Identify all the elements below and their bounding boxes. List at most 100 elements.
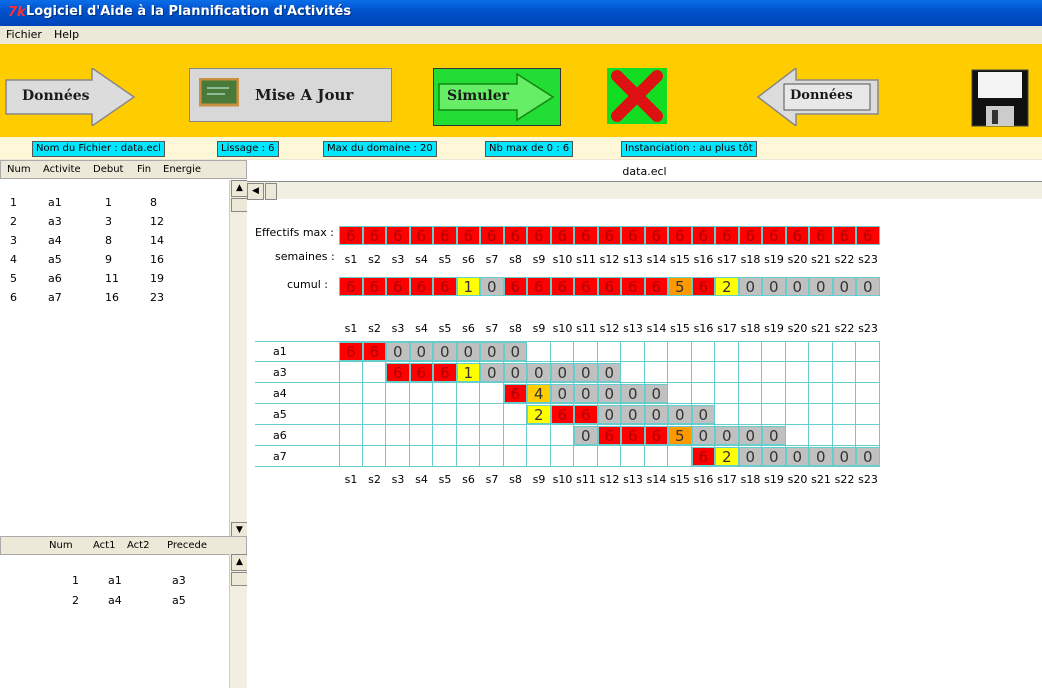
week-tick-label: s14: [646, 253, 667, 266]
col-act1[interactable]: Act1: [93, 537, 115, 554]
activity-cell: 0: [644, 384, 668, 403]
activity-cell: 0: [503, 342, 527, 361]
activity-cell: 0: [621, 384, 645, 403]
activity-cell: 0: [856, 447, 880, 466]
table-cell: a1: [108, 574, 122, 587]
table-cell: a7: [48, 291, 62, 304]
grid-cell: [433, 383, 457, 404]
grid-cell: [668, 362, 692, 383]
activity-row[interactable]: a7 6 2 0 0 0 0 0 0: [247, 446, 1042, 467]
week-tick-label: s10: [552, 253, 573, 266]
table-row[interactable]: 1 a1 1 8: [0, 196, 228, 212]
grid-cell: [715, 362, 739, 383]
table-row[interactable]: 2 a3 3 12: [0, 215, 228, 231]
week-tick-label: s22: [834, 322, 855, 335]
cancel-button[interactable]: [607, 68, 667, 124]
close-icon: [607, 68, 667, 124]
activity-cell: 6: [433, 363, 457, 382]
grid-cell: [833, 362, 856, 383]
donnees-right-button[interactable]: Données: [756, 66, 880, 128]
table-cell: 19: [150, 272, 164, 285]
activity-row[interactable]: a3 6 6 6 1 0 0 0 0 0 0: [247, 362, 1042, 383]
grid-cell: [457, 383, 480, 404]
table-row[interactable]: 4 a5 9 16: [0, 253, 228, 269]
grid-cell: [715, 404, 739, 425]
table-row[interactable]: 5 a6 11 19: [0, 272, 228, 288]
grid-cell: [480, 425, 504, 446]
activity-row[interactable]: a6 0 6 6 6 5 0 0 0 0: [247, 425, 1042, 446]
precedence-table-header: Num Act1 Act2 Precede: [0, 536, 247, 555]
col-act2[interactable]: Act2: [127, 537, 149, 554]
activity-cell: 0: [550, 363, 574, 382]
col-num[interactable]: Num: [49, 537, 73, 554]
donnees-left-button[interactable]: Données: [4, 66, 136, 128]
menu-bar: Fichier Help: [0, 26, 1042, 44]
grid-cell: [457, 446, 480, 467]
window-title: Logiciel d'Aide à la Plannification d'Ac…: [26, 4, 352, 19]
week-tick-label: s16: [693, 322, 714, 335]
grid-cell: [480, 446, 504, 467]
activities-scrollbar[interactable]: ▲ ▼: [229, 180, 248, 539]
activity-row[interactable]: a5 2 6 6 0 0 0 0 0: [247, 404, 1042, 425]
cumul-cell: 6: [644, 277, 668, 296]
table-row[interactable]: 3 a4 8 14: [0, 234, 228, 250]
effectifs-cell: 6: [480, 226, 504, 245]
app-icon: 7k: [8, 5, 26, 20]
col-num[interactable]: Num: [7, 161, 31, 178]
cumul-cell: 6: [503, 277, 527, 296]
table-cell: 4: [10, 253, 17, 266]
donnees-left-label: Données: [22, 88, 90, 104]
grid-cell: [386, 446, 410, 467]
menu-help[interactable]: Help: [54, 28, 79, 41]
simuler-button[interactable]: Simuler: [433, 68, 561, 126]
table-cell: 16: [150, 253, 164, 266]
week-tick-label: s14: [646, 322, 667, 335]
cumul-cell: 5: [668, 277, 692, 296]
grid-cell: [786, 425, 809, 446]
max-domaine-badge: Max du domaine : 20: [323, 141, 437, 157]
grid-cell: [410, 446, 433, 467]
grid-cell: [856, 425, 880, 446]
activity-cell: 0: [691, 405, 715, 424]
scroll-up-arrow-icon[interactable]: ▲: [231, 180, 248, 197]
col-energie[interactable]: Energie: [163, 161, 201, 178]
scroll-thumb[interactable]: [231, 572, 248, 586]
precedence-scrollbar[interactable]: ▲: [229, 554, 248, 688]
activity-cell: 6: [339, 342, 363, 361]
activity-cell: 6: [503, 384, 527, 403]
donnees-right-label: Données: [790, 88, 853, 103]
table-cell: a4: [48, 234, 62, 247]
activity-row[interactable]: a1 6 6 0 0 0 0 0 0: [247, 341, 1042, 362]
grid-cell: [833, 404, 856, 425]
grid-cell: [809, 404, 833, 425]
col-debut[interactable]: Debut: [93, 161, 123, 178]
effectifs-cell: 6: [738, 226, 762, 245]
effectifs-cell: 6: [597, 226, 621, 245]
save-button[interactable]: [970, 68, 1030, 128]
grid-cell: [410, 383, 433, 404]
activity-cell: 0: [386, 342, 410, 361]
col-activite[interactable]: Activite: [43, 161, 81, 178]
activity-row[interactable]: a4 6 4 0 0 0 0 0: [247, 383, 1042, 404]
table-cell: 1: [105, 196, 112, 209]
col-precede[interactable]: Precede: [167, 537, 207, 554]
table-row[interactable]: 6 a7 16 23: [0, 291, 228, 307]
week-tick-label: s11: [576, 322, 596, 335]
menu-fichier[interactable]: Fichier: [6, 28, 42, 41]
mise-a-jour-button[interactable]: Mise A Jour: [189, 68, 392, 122]
grid-cell: [386, 425, 410, 446]
table-row[interactable]: 2 a4 a5: [0, 594, 228, 610]
scroll-up-arrow-icon[interactable]: ▲: [231, 554, 248, 571]
grid-cell: [527, 341, 551, 362]
cumul-cell: 6: [621, 277, 645, 296]
scroll-thumb[interactable]: [231, 198, 248, 212]
activity-name: a3: [273, 366, 287, 379]
activity-cell: 0: [832, 447, 856, 466]
grid-cell: [504, 404, 527, 425]
activity-cell: 0: [550, 384, 574, 403]
cumul-cell: 6: [527, 277, 551, 296]
col-fin[interactable]: Fin: [137, 161, 151, 178]
week-tick-label: s18: [740, 253, 761, 266]
table-row[interactable]: 1 a1 a3: [0, 574, 228, 590]
activity-cell: 0: [668, 405, 692, 424]
